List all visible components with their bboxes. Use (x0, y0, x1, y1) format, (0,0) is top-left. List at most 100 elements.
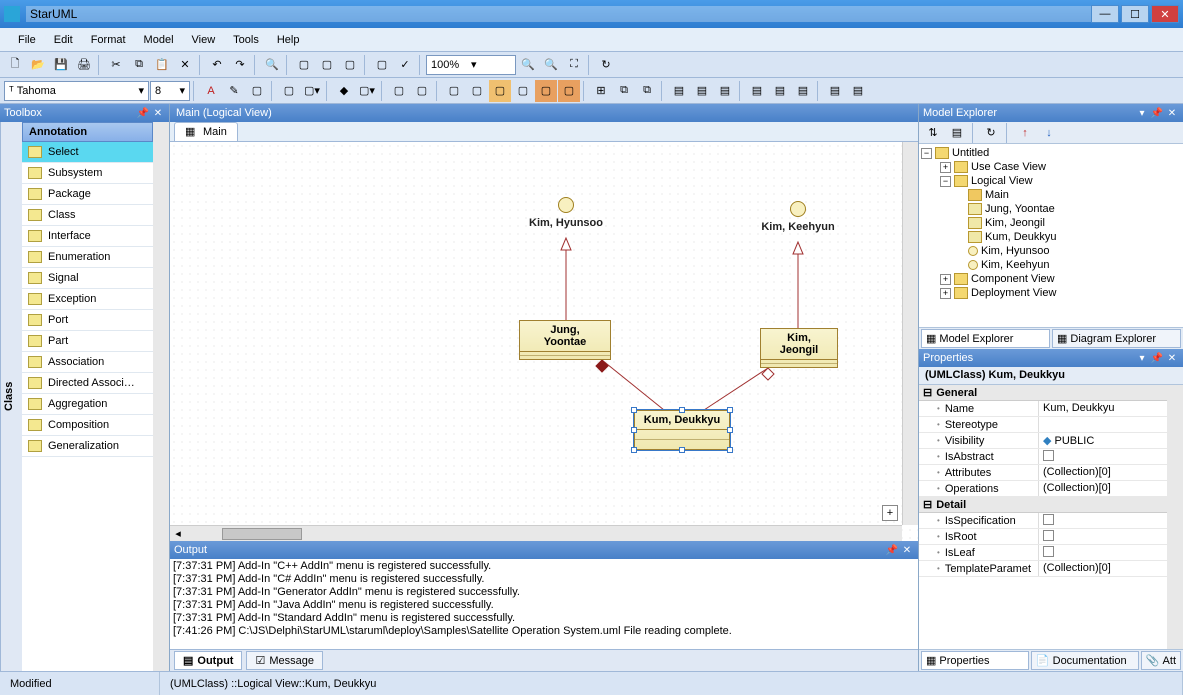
style-e-button[interactable]: ▢ (388, 80, 410, 102)
tree-deployment-view[interactable]: +Deployment View (921, 286, 1181, 300)
output-tab-message[interactable]: ☑Message (246, 651, 323, 670)
menu-tools[interactable]: Tools (225, 32, 267, 48)
zoom-in-button[interactable]: 🔍 (540, 54, 562, 76)
add-button-icon[interactable]: + (882, 505, 898, 521)
toolbox-item[interactable]: Composition (22, 415, 153, 436)
copy-button[interactable]: ⧉ (128, 54, 150, 76)
toolbox-item[interactable]: Aggregation (22, 394, 153, 415)
properties-pin-button[interactable]: 📌 (1150, 351, 1164, 365)
tool-a-button[interactable]: ▢ (293, 54, 315, 76)
explorer-tab-model[interactable]: ▦Model Explorer (921, 329, 1050, 348)
find-button[interactable]: 🔍 (261, 54, 283, 76)
toolbox-category-tab[interactable]: Class (0, 122, 22, 671)
uml-class[interactable]: Kim, Jeongil (760, 328, 838, 368)
toolbox-item[interactable]: Generalization (22, 436, 153, 457)
explorer-menu-button[interactable]: ▾ (1135, 106, 1149, 120)
prop-attributes[interactable]: Attributes(Collection)[0] (919, 465, 1167, 481)
style-l-button[interactable]: ▢ (558, 80, 580, 102)
uml-actor[interactable] (790, 201, 806, 217)
style-a-button[interactable]: ▢ (278, 80, 300, 102)
style-b-button[interactable]: ▢▾ (301, 80, 323, 102)
toolbox-close-button[interactable]: ✕ (151, 106, 165, 120)
toolbox-item[interactable]: Exception (22, 289, 153, 310)
style-i-button[interactable]: ▢ (489, 80, 511, 102)
style-h-button[interactable]: ▢ (466, 80, 488, 102)
align-c-button[interactable]: ⧉ (636, 80, 658, 102)
undo-button[interactable]: ↶ (206, 54, 228, 76)
delete-button[interactable]: ✕ (174, 54, 196, 76)
properties-scrollbar[interactable] (1167, 385, 1183, 649)
align-right-button[interactable]: ▤ (714, 80, 736, 102)
tree-usecase-view[interactable]: +Use Case View (921, 160, 1181, 174)
prop-isabstract[interactable]: IsAbstract (919, 449, 1167, 465)
selection-handle[interactable] (631, 407, 637, 413)
explorer-pin-button[interactable]: 📌 (1150, 106, 1164, 120)
tool-b-button[interactable]: ▢ (316, 54, 338, 76)
properties-tab-documentation[interactable]: 📄Documentation (1031, 651, 1139, 670)
style-j-button[interactable]: ▢ (512, 80, 534, 102)
tree-logical-view[interactable]: −Logical View (921, 174, 1181, 188)
style-d-button[interactable]: ▢▾ (356, 80, 378, 102)
toolbox-category-header[interactable]: Annotation (22, 122, 153, 142)
refresh-button[interactable]: ↻ (595, 54, 617, 76)
tree-item[interactable]: Kim, Keehyun (921, 258, 1181, 272)
toolbox-item[interactable]: Directed Associ… (22, 373, 153, 394)
prop-operations[interactable]: Operations(Collection)[0] (919, 481, 1167, 497)
menu-help[interactable]: Help (269, 32, 308, 48)
save-button[interactable]: 💾 (50, 54, 72, 76)
explorer-close-button[interactable]: ✕ (1165, 106, 1179, 120)
menu-view[interactable]: View (184, 32, 224, 48)
open-button[interactable]: 📂 (27, 54, 49, 76)
prop-isroot[interactable]: IsRoot (919, 529, 1167, 545)
toolbox-item[interactable]: Part (22, 331, 153, 352)
style-g-button[interactable]: ▢ (443, 80, 465, 102)
properties-close-button[interactable]: ✕ (1165, 351, 1179, 365)
explorer-sort-button[interactable]: ⇅ (922, 122, 944, 144)
vertical-ruler[interactable] (902, 142, 918, 525)
properties-tab-attachments[interactable]: 📎Att (1141, 651, 1181, 670)
prop-name[interactable]: NameKum, Deukkyu (919, 401, 1167, 417)
properties-tab-properties[interactable]: ▦Properties (921, 651, 1029, 670)
output-close-button[interactable]: ✕ (900, 543, 914, 557)
horizontal-scrollbar[interactable]: ◂ (170, 525, 902, 541)
selection-handle[interactable] (631, 427, 637, 433)
toolbox-scrollbar[interactable] (153, 122, 169, 671)
explorer-down-button[interactable]: ↓ (1038, 122, 1060, 144)
align-mid-button[interactable]: ▤ (769, 80, 791, 102)
prop-isspecification[interactable]: IsSpecification (919, 513, 1167, 529)
fill-button[interactable]: ▢ (246, 80, 268, 102)
explorer-tab-diagram[interactable]: ▦Diagram Explorer (1052, 329, 1181, 348)
new-button[interactable]: 🗋 (4, 54, 26, 76)
tree-root[interactable]: −Untitled (921, 146, 1181, 160)
output-pin-button[interactable]: 📌 (885, 543, 899, 557)
explorer-refresh-button[interactable]: ↻ (980, 122, 1002, 144)
prop-stereotype[interactable]: Stereotype (919, 417, 1167, 433)
toolbox-item[interactable]: Port (22, 310, 153, 331)
toolbox-item[interactable]: Class (22, 205, 153, 226)
toolbox-pin-button[interactable]: 📌 (136, 106, 150, 120)
style-c-button[interactable]: ◆ (333, 80, 355, 102)
paste-button[interactable]: 📋 (151, 54, 173, 76)
explorer-filter-button[interactable]: ▤ (946, 122, 968, 144)
tool-e-button[interactable]: ✓ (394, 54, 416, 76)
align-left-button[interactable]: ▤ (668, 80, 690, 102)
minimize-button[interactable]: — (1091, 5, 1119, 23)
tree-item[interactable]: Main (921, 188, 1181, 202)
uml-class[interactable]: Jung, Yoontae (519, 320, 611, 360)
dist-h-button[interactable]: ▤ (824, 80, 846, 102)
toolbox-item[interactable]: Signal (22, 268, 153, 289)
align-a-button[interactable]: ⊞ (590, 80, 612, 102)
align-top-button[interactable]: ▤ (746, 80, 768, 102)
toolbox-item[interactable]: Package (22, 184, 153, 205)
align-center-button[interactable]: ▤ (691, 80, 713, 102)
output-log[interactable]: [7:37:31 PM] Add-In "C++ AddIn" menu is … (170, 559, 918, 649)
tree-item[interactable]: Kim, Jeongil (921, 216, 1181, 230)
properties-menu-button[interactable]: ▾ (1135, 351, 1149, 365)
toolbox-item[interactable]: Select (22, 142, 153, 163)
highlight-button[interactable]: ✎ (223, 80, 245, 102)
style-f-button[interactable]: ▢ (411, 80, 433, 102)
selection-handle[interactable] (679, 407, 685, 413)
print-button[interactable]: 🖨 (73, 54, 95, 76)
toolbox-item[interactable]: Enumeration (22, 247, 153, 268)
tool-d-button[interactable]: ▢ (371, 54, 393, 76)
